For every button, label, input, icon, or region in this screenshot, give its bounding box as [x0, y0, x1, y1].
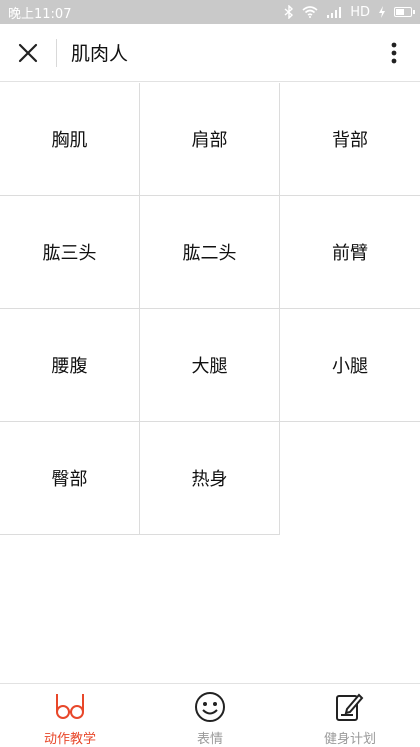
header-divider: [56, 38, 57, 67]
grid-item-biceps[interactable]: 肱二头: [140, 196, 280, 309]
grid-item-glutes[interactable]: 臀部: [0, 422, 140, 535]
grid-item-thighs[interactable]: 大腿: [140, 309, 280, 422]
tab-label: 健身计划: [323, 732, 376, 747]
grid-item-back[interactable]: 背部: [280, 83, 420, 196]
edit-note-icon: [333, 690, 367, 724]
grid-item-chest[interactable]: 胸肌: [0, 83, 140, 196]
page-title: 肌肉人: [71, 43, 129, 65]
grid-item-warmup[interactable]: 热身: [140, 422, 280, 535]
close-icon: [18, 43, 38, 62]
bottom-tab-bar: 动作教学 表情 健身计划: [0, 683, 420, 747]
status-bar: 晚上11:07 HD: [0, 0, 420, 24]
tab-stickers[interactable]: 表情: [140, 684, 280, 747]
glasses-icon: [53, 690, 87, 724]
more-vertical-icon: [391, 42, 397, 64]
muscle-group-grid: 胸肌 肩部 背部 肱三头 肱二头 前臂 腰腹 大腿 小腿 臀部 热身: [0, 83, 420, 535]
wifi-icon: [302, 6, 318, 18]
grid-item-abs[interactable]: 腰腹: [0, 309, 140, 422]
tab-label: 动作教学: [43, 732, 96, 747]
status-icons: HD: [284, 4, 415, 20]
battery-icon: [394, 7, 415, 17]
close-button[interactable]: [0, 24, 56, 82]
tab-exercise-tutorial[interactable]: 动作教学: [0, 684, 140, 747]
grid-item-triceps[interactable]: 肱三头: [0, 196, 140, 309]
grid-item-forearms[interactable]: 前臂: [280, 196, 420, 309]
network-type: HD: [350, 4, 370, 20]
status-time: 晚上11:07: [8, 6, 72, 22]
tab-label: 表情: [196, 732, 223, 747]
signal-icon: [326, 6, 342, 18]
more-menu-button[interactable]: [382, 24, 406, 82]
header-bar: 肌肉人: [0, 24, 420, 82]
smiley-icon: [193, 690, 227, 724]
grid-item-shoulders[interactable]: 肩部: [140, 83, 280, 196]
tab-fitness-plan[interactable]: 健身计划: [280, 684, 420, 747]
charging-icon: [378, 6, 386, 18]
bluetooth-icon: [284, 5, 294, 19]
grid-item-calves[interactable]: 小腿: [280, 309, 420, 422]
